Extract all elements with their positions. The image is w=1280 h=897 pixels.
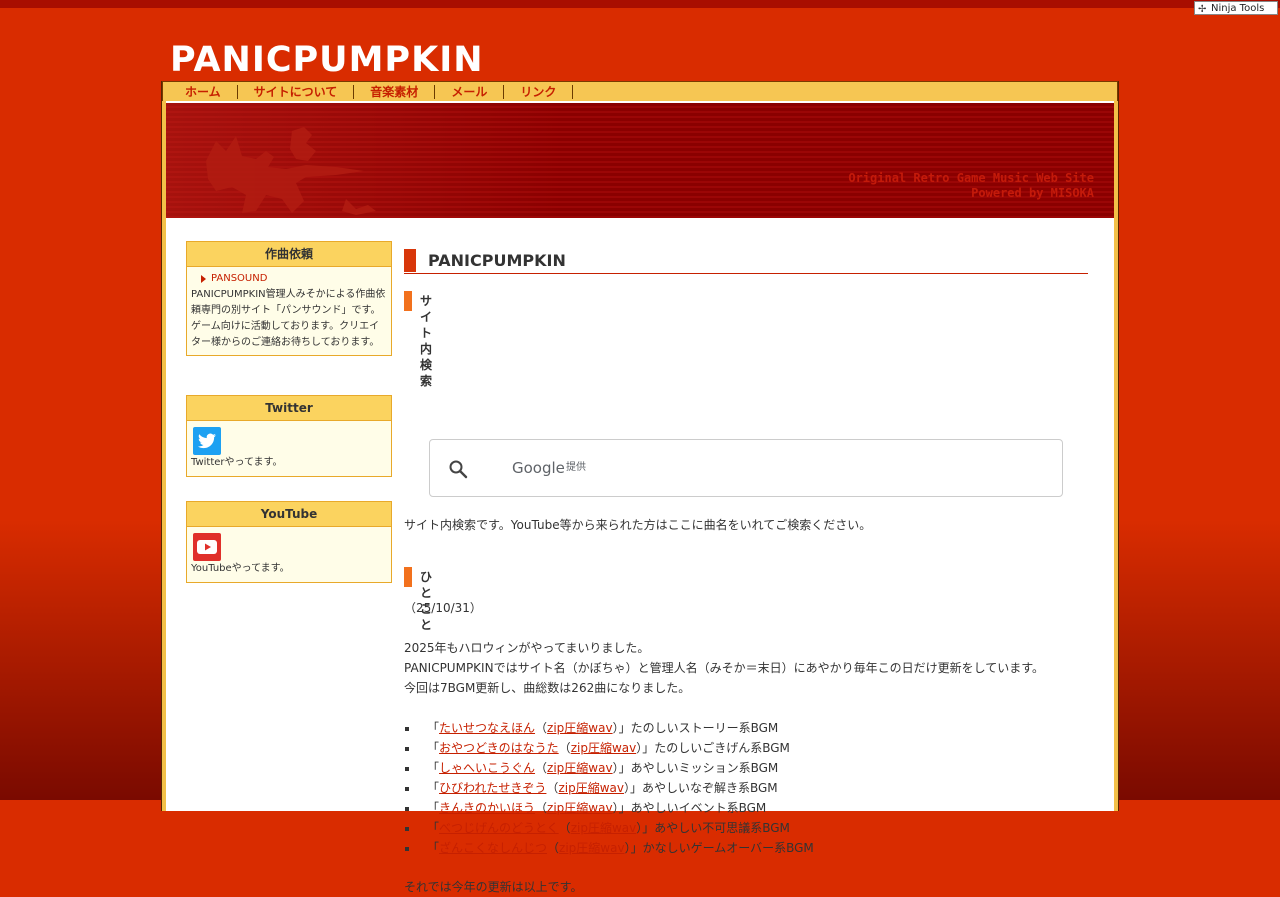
track-desc: たのしいストーリー系BGM: [630, 721, 779, 735]
track-title-link[interactable]: べつじげんのどうとく: [439, 821, 559, 835]
ninja-tools-badge[interactable]: ✢ Ninja Tools: [1194, 1, 1278, 15]
dragon-rider-silhouette-icon: [206, 127, 376, 215]
youtube-text: YouTubeやってます。: [191, 563, 290, 574]
track-title-link[interactable]: ざんこくなしんじつ: [439, 841, 547, 855]
track-download-link[interactable]: zip圧縮wav: [571, 741, 637, 755]
track-desc: あやしいなぞ解き系BGM: [641, 781, 778, 795]
content-frame: Original Retro Game Music Web Site Power…: [161, 81, 1119, 894]
search-description: サイト内検索です。YouTube等から来られた方はここに曲名をいれてご検索くださ…: [404, 518, 872, 532]
news-line-1: 2025年もハロウィンがやってまいりました。: [404, 641, 650, 655]
track-list: 「たいせつなえほん（zip圧縮wav）」たのしいストーリー系BGM 「おやつどき…: [404, 718, 814, 858]
google-label: Google: [512, 459, 565, 477]
pansound-link[interactable]: PANSOUND: [191, 271, 387, 287]
news-line-2: PANICPUMPKINではサイト名（かぼちゃ）と管理人名（みそか＝末日）にあや…: [404, 661, 1045, 675]
ninja-tools-label: Ninja Tools: [1211, 3, 1265, 14]
site-search-input[interactable]: Google 提供: [429, 439, 1063, 497]
twitter-title: Twitter: [187, 396, 391, 421]
list-item: 「ざんこくなしんじつ（zip圧縮wav）」かなしいゲームオーバー系BGM: [404, 838, 814, 858]
top-border: [0, 0, 1280, 8]
main-heading: PANICPUMPKIN: [404, 249, 1088, 274]
track-desc: あやしいイベント系BGM: [630, 801, 767, 815]
news-closing: それでは今年の更新は以上です。: [404, 880, 583, 894]
commission-title: 作曲依頼: [187, 242, 391, 267]
youtube-box: YouTube YouTubeやってます。: [186, 501, 392, 583]
track-desc: かなしいゲームオーバー系BGM: [642, 841, 814, 855]
track-title-link[interactable]: ひびわれたせきぞう: [439, 781, 546, 795]
list-item: 「きんきのかいほう（zip圧縮wav）」あやしいイベント系BGM: [404, 798, 814, 818]
site-logo-title[interactable]: PANICPUMPKIN: [170, 38, 484, 82]
track-download-link[interactable]: zip圧縮wav: [547, 761, 613, 775]
commission-box: 作曲依頼 PANSOUND PANICPUMPKIN管理人みそかによる作曲依頼専…: [186, 241, 392, 356]
news-date: （25/10/31）: [404, 601, 482, 615]
ninja-star-icon: ✢: [1198, 4, 1207, 15]
list-item: 「おやつどきのはなうた（zip圧縮wav）」たのしいごきげん系BGM: [404, 738, 814, 758]
youtube-play-icon[interactable]: [193, 533, 221, 561]
nav-item-about[interactable]: サイトについて: [238, 84, 355, 99]
track-download-link[interactable]: zip圧縮wav: [547, 721, 613, 735]
main-heading-text: PANICPUMPKIN: [428, 251, 566, 270]
track-download-link[interactable]: zip圧縮wav: [547, 801, 613, 815]
track-desc: たのしいごきげん系BGM: [654, 741, 790, 755]
youtube-title: YouTube: [187, 502, 391, 527]
list-item: 「ひびわれたせきぞう（zip圧縮wav）」あやしいなぞ解き系BGM: [404, 778, 814, 798]
list-item: 「しゃへいこうぐん（zip圧縮wav）」あやしいミッション系BGM: [404, 758, 814, 778]
banner-tagline-line1: Original Retro Game Music Web Site: [848, 171, 1094, 185]
twitter-bird-icon[interactable]: [193, 427, 221, 455]
track-download-link[interactable]: zip圧縮wav: [559, 841, 625, 855]
list-item: 「たいせつなえほん（zip圧縮wav）」たのしいストーリー系BGM: [404, 718, 814, 738]
news-line-3: 今回は7BGM更新し、曲総数は262曲になりました。: [404, 681, 691, 695]
track-download-link[interactable]: zip圧縮wav: [558, 781, 624, 795]
nav-item-music[interactable]: 音楽素材: [354, 84, 436, 99]
nav-item-home[interactable]: ホーム: [169, 84, 238, 99]
global-nav: ホーム サイトについて 音楽素材 メール リンク: [162, 81, 1118, 101]
search-icon[interactable]: [448, 459, 468, 479]
search-heading-text: サイト内検索: [420, 294, 433, 388]
twitter-text: Twitterやってます。: [191, 457, 283, 468]
banner-tagline-line2: Powered by MISOKA: [971, 186, 1094, 200]
header-banner: Original Retro Game Music Web Site Power…: [166, 103, 1114, 218]
nav-item-links[interactable]: リンク: [504, 84, 574, 99]
track-desc: あやしい不可思議系BGM: [654, 821, 790, 835]
track-desc: あやしいミッション系BGM: [630, 761, 779, 775]
nav-item-mail[interactable]: メール: [435, 84, 505, 99]
provided-by-label: 提供: [566, 462, 586, 473]
track-title-link[interactable]: きんきのかいほう: [439, 801, 535, 815]
track-download-link[interactable]: zip圧縮wav: [571, 821, 637, 835]
track-title-link[interactable]: たいせつなえほん: [439, 721, 535, 735]
track-title-link[interactable]: しゃへいこうぐん: [439, 761, 535, 775]
list-item: 「べつじげんのどうとく（zip圧縮wav）」あやしい不可思議系BGM: [404, 818, 814, 838]
commission-text: PANICPUMPKIN管理人みそかによる作曲依頼専門の別サイト「パンサウンド」…: [191, 289, 386, 348]
twitter-box: Twitter Twitterやってます。: [186, 395, 392, 477]
track-title-link[interactable]: おやつどきのはなうた: [439, 741, 559, 755]
banner-tagline: Original Retro Game Music Web Site Power…: [848, 171, 1094, 201]
